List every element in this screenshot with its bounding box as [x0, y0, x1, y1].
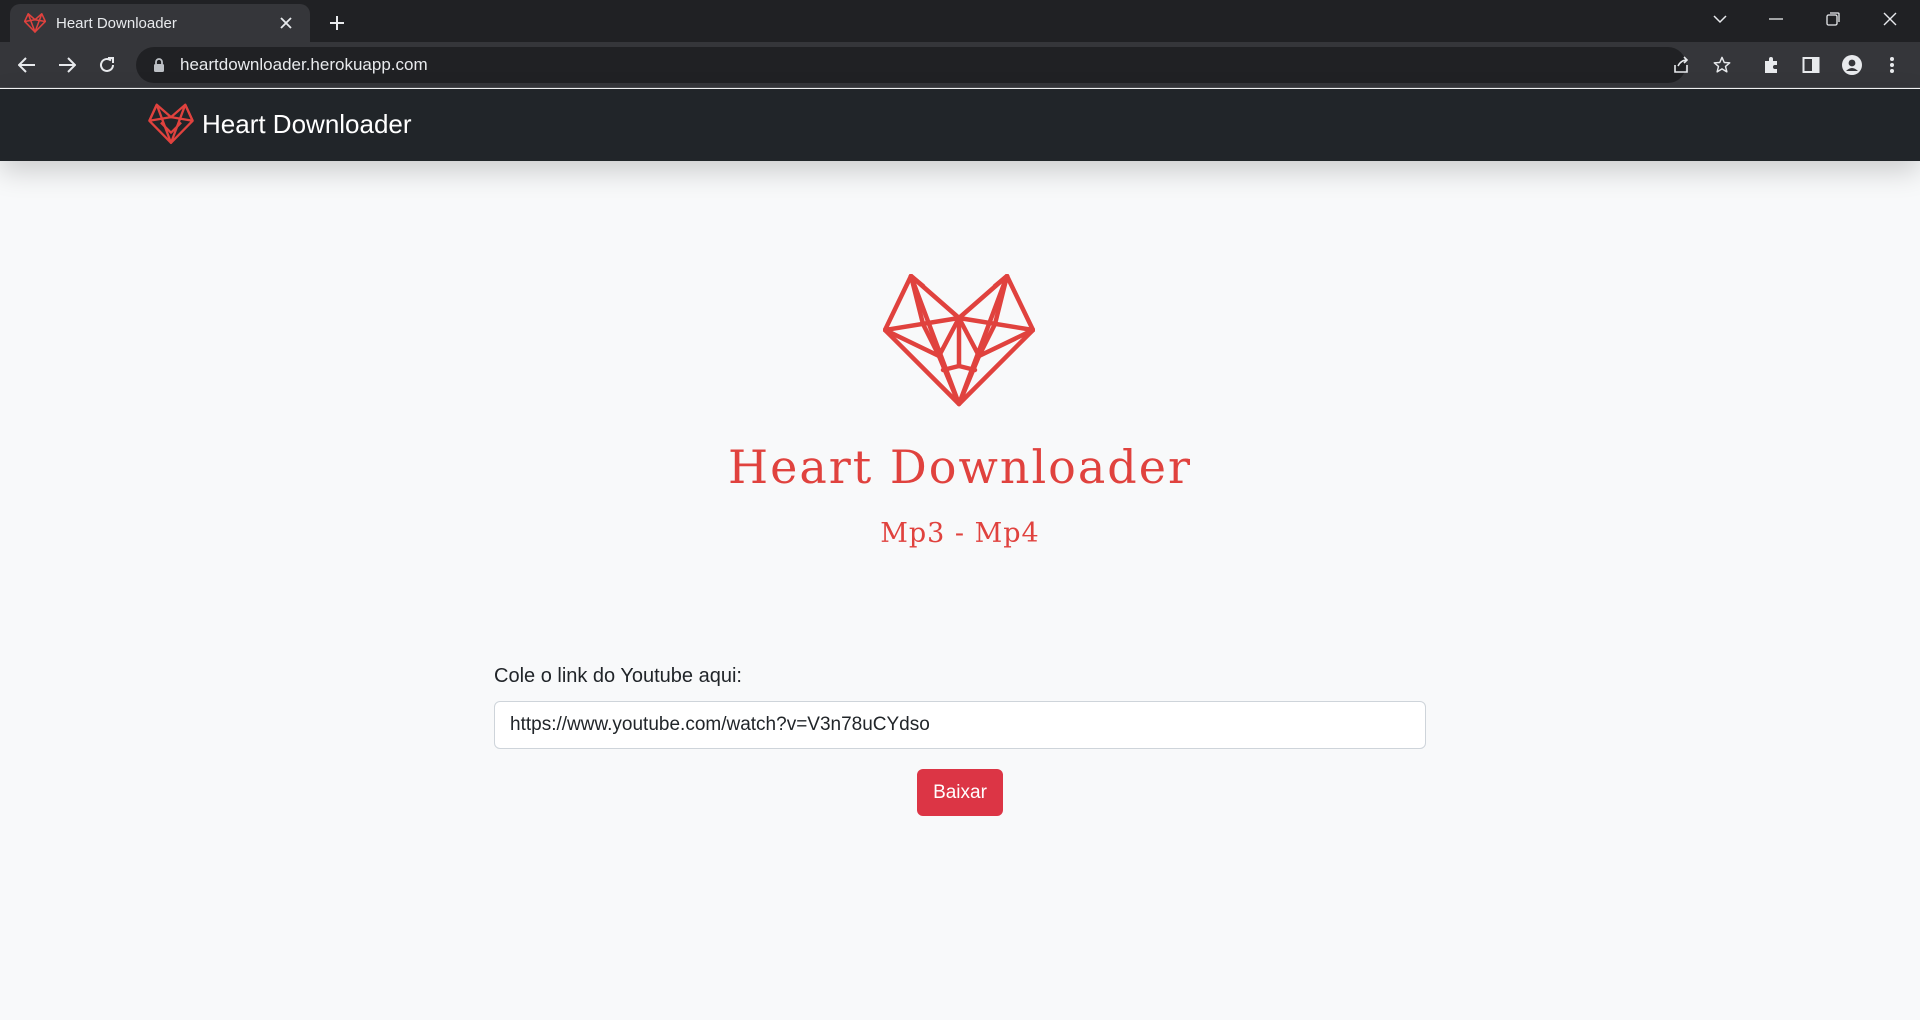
url-text[interactable]: heartdownloader.herokuapp.com — [180, 55, 428, 75]
back-icon[interactable] — [11, 49, 43, 81]
youtube-link-label: Cole o link do Youtube aqui: — [494, 665, 742, 687]
browser-toolbar: heartdownloader.herokuapp.com — [0, 42, 1920, 88]
window-close-icon[interactable] — [1870, 2, 1910, 36]
plus-icon[interactable] — [322, 8, 352, 38]
share-icon[interactable] — [1665, 49, 1697, 81]
chevron-down-icon[interactable] — [1700, 2, 1740, 36]
close-icon[interactable] — [274, 11, 298, 35]
youtube-link-input[interactable] — [494, 701, 1426, 749]
star-icon[interactable] — [1706, 49, 1738, 81]
heart-fox-logo-icon — [883, 274, 1035, 407]
download-button[interactable]: Baixar — [917, 769, 1003, 816]
side-panel-icon[interactable] — [1795, 49, 1827, 81]
forward-icon[interactable] — [51, 49, 83, 81]
lock-icon[interactable] — [152, 57, 166, 73]
reload-icon[interactable] — [91, 49, 123, 81]
profile-icon[interactable] — [1836, 49, 1868, 81]
heart-fox-logo-icon — [148, 103, 194, 145]
restore-icon[interactable] — [1813, 2, 1853, 36]
navbar-brand[interactable]: Heart Downloader — [148, 103, 412, 145]
page-subtitle: Mp3 - Mp4 — [880, 518, 1040, 549]
minimize-icon[interactable] — [1756, 2, 1796, 36]
browser-tabstrip: Heart Downloader — [0, 0, 1920, 42]
site-navbar: Heart Downloader — [0, 89, 1920, 161]
menu-icon[interactable] — [1876, 49, 1908, 81]
address-bar[interactable]: heartdownloader.herokuapp.com — [136, 47, 1686, 83]
tab-title: Heart Downloader — [56, 14, 177, 32]
heart-fox-logo-icon — [24, 12, 46, 33]
browser-tab[interactable]: Heart Downloader — [10, 4, 310, 42]
extensions-icon[interactable] — [1755, 49, 1787, 81]
page-title: Heart Downloader — [728, 440, 1192, 494]
brand-name: Heart Downloader — [202, 108, 412, 139]
